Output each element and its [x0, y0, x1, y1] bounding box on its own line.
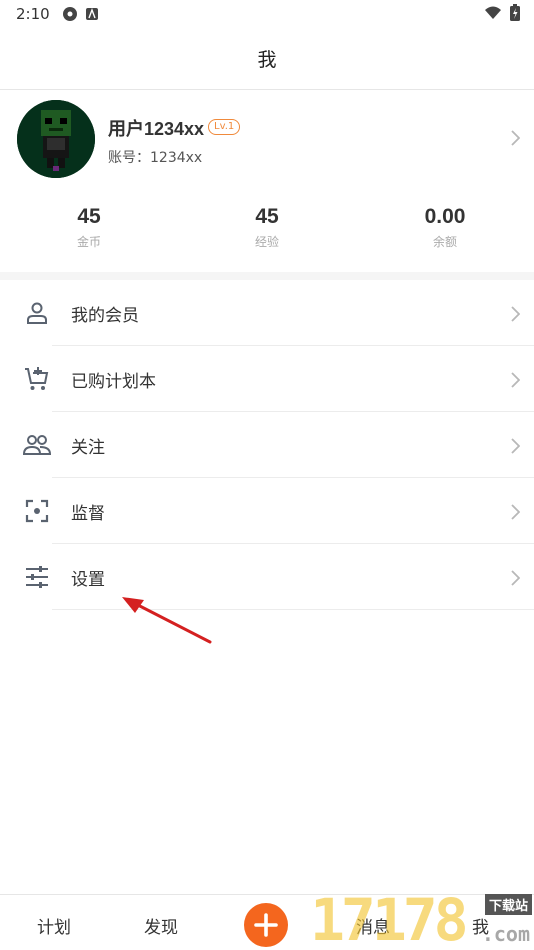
stat-label: 经验 — [254, 235, 279, 249]
people-icon — [23, 432, 51, 458]
status-time: 2:10 — [16, 5, 50, 23]
menu-item-following[interactable]: 关注 — [0, 412, 534, 478]
stats-row: 45 金币 45 经验 0.00 余额 — [0, 205, 534, 265]
account-id: 账号：1234xx — [108, 150, 203, 166]
chevron-right-icon — [511, 504, 521, 524]
stat-experience[interactable]: 45 经验 — [207, 205, 327, 250]
status-right-icons — [484, 4, 520, 25]
menu-item-label: 关注 — [71, 437, 105, 458]
add-button[interactable] — [244, 903, 288, 947]
page-header: 我 — [0, 28, 534, 90]
annotation-arrow-icon — [118, 592, 218, 652]
person-icon — [23, 300, 51, 326]
menu-item-supervision[interactable]: 监督 — [0, 478, 534, 544]
chevron-right-icon — [511, 438, 521, 458]
chevron-right-icon — [511, 372, 521, 392]
app-notification-icon — [85, 8, 98, 20]
chevron-right-icon — [511, 306, 521, 326]
sliders-icon — [23, 564, 51, 590]
menu-list: 我的会员 已购计划本 关注 监督 设置 — [0, 280, 534, 610]
stat-value: 45 — [255, 205, 279, 228]
stat-balance[interactable]: 0.00 余额 — [385, 205, 505, 250]
menu-item-settings[interactable]: 设置 — [0, 544, 534, 610]
section-divider — [0, 272, 534, 280]
focus-frame-icon — [23, 498, 51, 524]
cart-plus-icon — [23, 366, 51, 392]
status-bar: 2:10 — [0, 0, 534, 28]
page-title: 我 — [257, 49, 277, 71]
stat-value: 45 — [77, 205, 101, 228]
stat-label: 余额 — [432, 235, 457, 249]
battery-icon — [510, 4, 520, 25]
profile-card[interactable]: 用户1234xx Lv.1 账号：1234xx — [0, 100, 534, 180]
nav-me[interactable]: 我 — [472, 913, 489, 938]
nav-messages[interactable]: 消息 — [356, 913, 390, 938]
bottom-nav: 计划 发现 消息 我 — [0, 894, 534, 950]
menu-item-label: 监督 — [71, 503, 105, 524]
avatar[interactable] — [17, 100, 95, 178]
nav-plan[interactable]: 计划 — [37, 913, 71, 938]
menu-item-label: 设置 — [71, 569, 105, 590]
level-badge: Lv.1 — [208, 119, 241, 135]
menu-item-label: 已购计划本 — [71, 371, 156, 392]
stat-coins[interactable]: 45 金币 — [29, 205, 149, 250]
wifi-icon — [484, 6, 502, 24]
menu-item-purchased-plans[interactable]: 已购计划本 — [0, 346, 534, 412]
stat-label: 金币 — [76, 235, 101, 249]
plus-icon — [254, 913, 278, 937]
gear-notification-icon — [62, 6, 78, 22]
stat-value: 0.00 — [424, 205, 466, 228]
menu-item-membership[interactable]: 我的会员 — [0, 280, 534, 346]
menu-item-label: 我的会员 — [71, 305, 139, 326]
nav-discover[interactable]: 发现 — [144, 913, 178, 938]
chevron-right-icon — [511, 130, 521, 150]
chevron-right-icon — [511, 570, 521, 590]
username: 用户1234xx — [108, 119, 205, 139]
